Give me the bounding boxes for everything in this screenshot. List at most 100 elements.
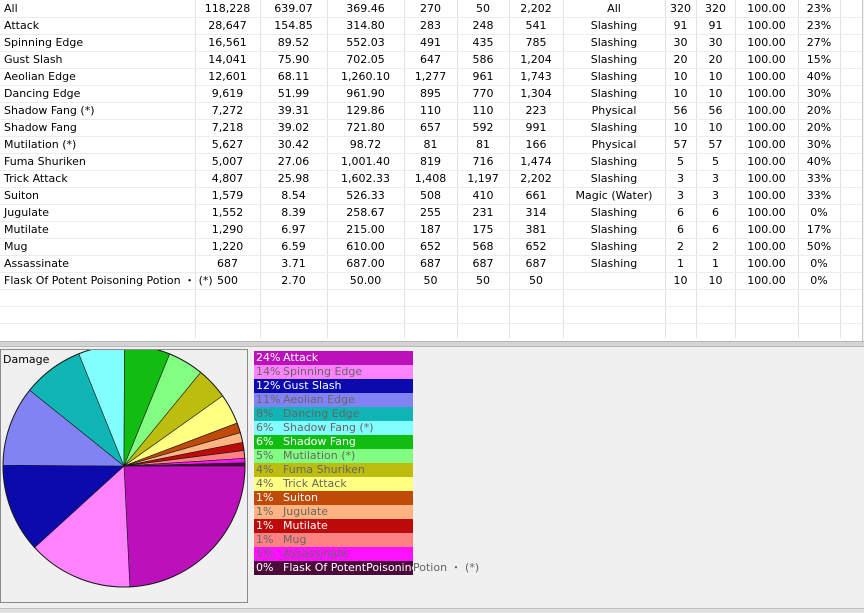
cell-avg: 98.72: [349, 138, 382, 151]
cell-hits: 10: [673, 121, 688, 134]
cell-count: 30: [708, 36, 723, 49]
cell-min: 110: [472, 104, 494, 117]
cell-count: 10: [708, 121, 723, 134]
grid-row-line: [0, 323, 862, 324]
legend-item: 1% Jugulate: [254, 505, 413, 519]
cell-acc: 100.00: [747, 104, 786, 117]
cell-max: 541: [525, 19, 547, 32]
cell-min: 568: [472, 240, 494, 253]
cell-median: 652: [420, 240, 441, 253]
cell-dps: 8.39: [281, 206, 306, 219]
cell-avg: 526.33: [346, 189, 385, 202]
cell-hits: 5: [677, 155, 684, 168]
cell-total: 12,601: [208, 70, 247, 83]
cell-min: 410: [472, 189, 494, 202]
cell-count: 10: [708, 87, 723, 100]
legend-label: Assassinate: [283, 547, 349, 560]
legend-pct: 4%: [256, 477, 274, 490]
cell-dps: 2.70: [281, 274, 306, 287]
cell-name: Flask Of Potent Poisoning Potion ・ (*): [4, 274, 213, 287]
cell-type: Slashing: [590, 206, 638, 219]
cell-crit: 23%: [806, 2, 832, 15]
cell-name: Jugulate: [4, 206, 50, 219]
legend-item: 1% Mutilate: [254, 519, 413, 533]
legend-item: 24% Attack: [254, 351, 413, 365]
cell-crit: 33%: [806, 172, 832, 185]
cell-total: 28,647: [208, 19, 247, 32]
legend-pct: 1%: [256, 505, 274, 518]
cell-min: 716: [472, 155, 494, 168]
cell-name: Aeolian Edge: [4, 70, 76, 83]
cell-acc: 100.00: [747, 2, 786, 15]
cell-dps: 3.71: [281, 257, 306, 270]
cell-name: Suiton: [4, 189, 40, 202]
cell-total: 4,807: [211, 172, 244, 185]
legend-label: Suiton: [283, 491, 319, 504]
cell-avg: 369.46: [346, 2, 385, 15]
splitter[interactable]: [0, 341, 864, 347]
cell-dps: 39.02: [277, 121, 310, 134]
legend-pct: 6%: [256, 421, 274, 434]
cell-hits: 2: [677, 240, 684, 253]
cell-min: 687: [472, 257, 494, 270]
cell-median: 187: [420, 223, 441, 236]
legend-pct: 1%: [256, 547, 274, 560]
cell-hits: 6: [677, 223, 684, 236]
cell-type: [563, 272, 665, 289]
cell-crit: 33%: [806, 189, 832, 202]
cell-hits: 30: [673, 36, 688, 49]
cell-name: Gust Slash: [4, 53, 63, 66]
cell-dps: 68.11: [277, 70, 310, 83]
cell-crit: 20%: [806, 121, 832, 134]
cell-type: Slashing: [590, 19, 638, 32]
grid-row-line: [0, 306, 862, 307]
cell-hits: 56: [673, 104, 688, 117]
cell-avg: 687.00: [346, 257, 385, 270]
cell-type: Slashing: [590, 223, 638, 236]
cell-count: 10: [708, 70, 723, 83]
legend-pct: 6%: [256, 435, 274, 448]
cell-hits: 10: [673, 87, 688, 100]
legend-overflow-text: Potion ・ (*): [413, 561, 480, 574]
cell-median: 687: [420, 257, 441, 270]
legend-label: Aeolian Edge: [283, 393, 355, 406]
cell-acc: 100.00: [747, 189, 786, 202]
cell-count: 56: [708, 104, 723, 117]
cell-count: 3: [712, 172, 719, 185]
legend-label: Gust Slash: [283, 379, 342, 392]
cell-dps: 30.42: [277, 138, 310, 151]
cell-acc: 100.00: [747, 36, 786, 49]
cell-hits: 91: [673, 19, 688, 32]
cell-name: Shadow Fang (*): [4, 104, 95, 117]
cell-max: 687: [525, 257, 547, 270]
cell-crit: 40%: [806, 70, 832, 83]
cell-hits: 320: [670, 2, 691, 15]
cell-median: 1,408: [414, 172, 447, 185]
cell-type: Slashing: [590, 70, 638, 83]
cell-min: 961: [472, 70, 494, 83]
cell-name: Mutilation (*): [4, 138, 77, 151]
legend-label: Flask Of PotentPoisoning: [283, 561, 419, 574]
cell-median: 283: [420, 19, 441, 32]
cell-avg: 50.00: [349, 274, 382, 287]
cell-crit: 27%: [806, 36, 832, 49]
pie-svg: [2, 350, 246, 588]
cell-max: 314: [525, 206, 547, 219]
cell-type: Slashing: [590, 87, 638, 100]
cell-hits: 3: [677, 172, 684, 185]
cell-type: Slashing: [590, 172, 638, 185]
cell-count: 6: [712, 206, 719, 219]
legend-item: 4% Fuma Shuriken: [254, 463, 413, 477]
cell-min: 586: [472, 53, 494, 66]
cell-dps: 6.59: [281, 240, 306, 253]
cell-hits: 20: [673, 53, 688, 66]
cell-count: 3: [712, 189, 719, 202]
cell-min: 50: [476, 2, 490, 15]
cell-crit: 40%: [806, 155, 832, 168]
damage-table: All 118,228 639.07 369.46 270 50 2,202 All 320 32…: [0, 0, 863, 341]
cell-max: 991: [525, 121, 547, 134]
cell-type: Physical: [591, 104, 637, 117]
cell-name: Attack: [4, 19, 40, 32]
cell-count: 20: [708, 53, 723, 66]
cell-max: 785: [525, 36, 547, 49]
